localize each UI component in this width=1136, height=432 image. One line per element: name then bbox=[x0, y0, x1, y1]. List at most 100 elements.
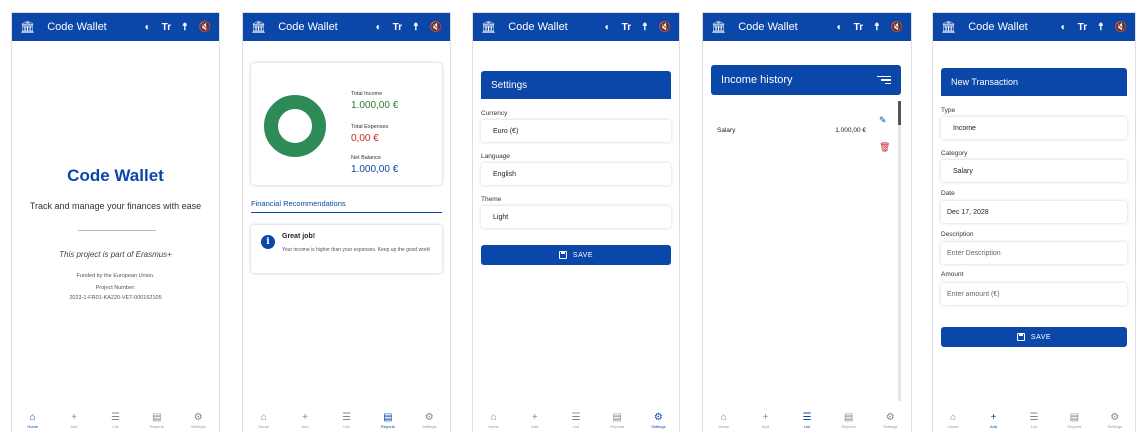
home-subtitle: Track and manage your finances with ease bbox=[29, 201, 202, 211]
amount-input[interactable]: Enter amount (€) bbox=[941, 283, 1127, 305]
category-label: Category bbox=[941, 150, 968, 157]
settings-screen: 🏛 Code Wallet ◐ Tr ☨ 🔇 Settings Currency… bbox=[472, 12, 680, 432]
nav-home[interactable]: ⌂ Home bbox=[935, 412, 971, 429]
save-button[interactable]: SAVE bbox=[481, 245, 671, 265]
chart-icon: ▤ bbox=[612, 412, 622, 423]
accessibility-icon[interactable]: ☨ bbox=[1098, 22, 1103, 33]
text-size-icon[interactable]: Tr bbox=[622, 22, 631, 33]
contrast-icon[interactable]: ◐ bbox=[837, 22, 843, 33]
text-size-icon[interactable]: Tr bbox=[1078, 22, 1087, 33]
nav-reports[interactable]: ▤ Reports bbox=[599, 412, 635, 429]
type-label: Type bbox=[941, 107, 956, 114]
save-icon bbox=[558, 251, 567, 259]
row-name: Salary bbox=[717, 127, 736, 134]
income-donut-chart bbox=[264, 95, 326, 157]
nav-settings[interactable]: ⚙ Settings bbox=[411, 412, 447, 429]
bank-icon[interactable]: 🏛 bbox=[251, 20, 266, 34]
nav-add[interactable]: + Add bbox=[287, 412, 323, 429]
delete-icon[interactable]: 🗑 bbox=[879, 142, 890, 153]
nav-list[interactable]: ☰ List bbox=[97, 412, 133, 429]
nav-reports[interactable]: ▤ Reports bbox=[1056, 412, 1092, 429]
audio-off-icon[interactable]: 🔇 bbox=[891, 22, 903, 33]
text-size-icon[interactable]: Tr bbox=[393, 22, 402, 33]
history-screen: 🏛 Code Wallet ◐ Tr ☨ 🔇 Income history Sa… bbox=[702, 12, 912, 432]
nav-settings[interactable]: ⚙ Settings bbox=[180, 412, 216, 429]
nav-add[interactable]: + Add bbox=[747, 412, 783, 429]
nav-home[interactable]: ⌂ Home bbox=[246, 412, 282, 429]
accessibility-icon[interactable]: ☨ bbox=[874, 22, 879, 33]
nav-home[interactable]: ⌂ Home bbox=[15, 412, 51, 429]
app-title: Code Wallet bbox=[508, 21, 568, 33]
bottom-nav: ⌂ Home + Add ☰ List ▤ Reports ⚙ Settings bbox=[12, 410, 219, 432]
row-amount: 1.000,00 € bbox=[835, 127, 866, 134]
recommendations-title: Financial Recommendations bbox=[251, 199, 346, 208]
plus-icon: + bbox=[990, 412, 997, 423]
home-icon: ⌂ bbox=[260, 412, 267, 423]
contrast-icon[interactable]: ◐ bbox=[376, 22, 382, 33]
type-select[interactable]: Income bbox=[941, 117, 1127, 139]
nav-list[interactable]: ☰ List bbox=[1016, 412, 1052, 429]
home-icon: ⌂ bbox=[490, 412, 497, 423]
date-field[interactable]: Dec 17, 2028 bbox=[941, 201, 1127, 223]
edit-icon[interactable]: ✎ bbox=[879, 115, 887, 126]
currency-select[interactable]: Euro (€) bbox=[481, 120, 671, 142]
language-select[interactable]: English bbox=[481, 163, 671, 185]
audio-off-icon[interactable]: 🔇 bbox=[430, 22, 442, 33]
summary-card: Total Income 1.000,00 € Total Expenses 0… bbox=[251, 63, 442, 185]
history-title: Income history bbox=[721, 74, 793, 86]
plus-icon: + bbox=[71, 412, 77, 423]
nav-settings[interactable]: ⚙ Settings bbox=[872, 412, 908, 429]
scrollbar[interactable] bbox=[898, 101, 901, 401]
bottom-nav: ⌂ Home + Add ☰ List ▤ Reports ⚙ Settings bbox=[703, 410, 911, 432]
app-title: Code Wallet bbox=[47, 21, 107, 33]
language-label: Language bbox=[481, 153, 510, 160]
app-bar: 🏛 Code Wallet ◐ Tr ☨ 🔇 bbox=[473, 13, 679, 41]
nav-add[interactable]: + Add bbox=[517, 412, 553, 429]
nav-add[interactable]: + Add bbox=[56, 412, 92, 429]
nav-reports[interactable]: ▤ Reports bbox=[139, 412, 175, 429]
home-icon: ⌂ bbox=[720, 412, 727, 423]
audio-off-icon[interactable]: 🔇 bbox=[199, 22, 211, 33]
nav-settings[interactable]: ⚙ Settings bbox=[640, 412, 676, 429]
accessibility-icon[interactable]: ☨ bbox=[413, 22, 418, 33]
app-bar: 🏛 Code Wallet ◐ Tr ☨ 🔇 bbox=[12, 13, 219, 41]
nav-list[interactable]: ☰ List bbox=[558, 412, 594, 429]
nav-list[interactable]: ☰ List bbox=[789, 412, 825, 429]
date-label: Date bbox=[941, 190, 955, 197]
category-select[interactable]: Salary bbox=[941, 160, 1127, 182]
scroll-thumb[interactable] bbox=[898, 101, 901, 125]
divider bbox=[251, 212, 442, 213]
contrast-icon[interactable]: ◐ bbox=[605, 22, 611, 33]
text-size-icon[interactable]: Tr bbox=[854, 22, 863, 33]
table-row[interactable]: Salary 1.000,00 € bbox=[717, 127, 866, 134]
save-button[interactable]: SAVE bbox=[941, 327, 1127, 347]
nav-reports[interactable]: ▤ Reports bbox=[370, 412, 406, 429]
list-icon: ☰ bbox=[110, 412, 120, 423]
nav-list[interactable]: ☰ List bbox=[328, 412, 364, 429]
contrast-icon[interactable]: ◐ bbox=[1061, 22, 1067, 33]
nav-settings[interactable]: ⚙ Settings bbox=[1097, 412, 1133, 429]
list-icon: ☰ bbox=[1029, 412, 1039, 423]
filter-icon[interactable] bbox=[877, 75, 891, 85]
audio-off-icon[interactable]: 🔇 bbox=[1115, 22, 1127, 33]
chart-icon: ▤ bbox=[843, 412, 854, 423]
nav-add[interactable]: + Add bbox=[976, 412, 1012, 429]
text-size-icon[interactable]: Tr bbox=[162, 22, 171, 33]
theme-select[interactable]: Light bbox=[481, 206, 671, 228]
nav-home[interactable]: ⌂ Home bbox=[476, 412, 512, 429]
audio-off-icon[interactable]: 🔇 bbox=[659, 22, 671, 33]
contrast-icon[interactable]: ◐ bbox=[145, 22, 151, 33]
recommendation-card: i Great job! Your income is higher than … bbox=[251, 225, 442, 273]
bank-icon[interactable]: 🏛 bbox=[711, 20, 726, 34]
description-input[interactable]: Enter Description bbox=[941, 242, 1127, 264]
bank-icon[interactable]: 🏛 bbox=[481, 20, 496, 34]
nav-reports[interactable]: ▤ Reports bbox=[831, 412, 867, 429]
nav-home[interactable]: ⌂ Home bbox=[706, 412, 742, 429]
bank-icon[interactable]: 🏛 bbox=[20, 20, 35, 34]
app-bar: 🏛 Code Wallet ◐ Tr ☨ 🔇 bbox=[243, 13, 450, 41]
accessibility-icon[interactable]: ☨ bbox=[642, 22, 647, 33]
plus-icon: + bbox=[762, 412, 769, 423]
bank-icon[interactable]: 🏛 bbox=[941, 20, 956, 34]
amount-label: Amount bbox=[941, 271, 964, 278]
accessibility-icon[interactable]: ☨ bbox=[182, 22, 187, 33]
